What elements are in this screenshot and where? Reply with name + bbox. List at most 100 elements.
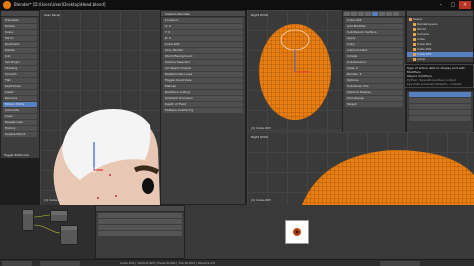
properties-row[interactable]: Add Modifier [345, 24, 403, 29]
lower-row-4[interactable] [409, 116, 471, 121]
outliner-item-label: World [417, 27, 426, 31]
lower-row-3[interactable] [409, 110, 471, 115]
properties-row[interactable]: Subdivide UVs [345, 84, 403, 89]
top-viewport[interactable]: Right Ortho (1) Cube.003 [247, 10, 342, 132]
transform-gizmo[interactable] [84, 140, 104, 180]
properties-sidebar-row[interactable]: Backface Culling [163, 90, 243, 95]
toolshelf-item[interactable]: Insert [3, 90, 37, 95]
toolshelf-item[interactable]: Calculate [3, 108, 37, 113]
active-tab-row[interactable] [409, 92, 471, 97]
toolshelf-item[interactable]: Remove [3, 96, 37, 101]
toggle-editmode-label: Toggle Editmode [4, 153, 29, 157]
material-row-4[interactable] [98, 231, 182, 236]
toolshelf-item[interactable]: History [3, 126, 37, 131]
toolshelf-item[interactable]: Delete [3, 48, 37, 53]
bottom-viewport-object-label: (1) Cube.003 [251, 198, 271, 202]
toolshelf-item[interactable]: Scale [3, 30, 37, 35]
toolshelf-item[interactable]: Set Origin [3, 60, 37, 65]
toolshelf-item[interactable]: Clear [3, 114, 37, 119]
properties-tab-material-icon[interactable] [386, 12, 392, 16]
wireframe-head-front[interactable] [255, 20, 335, 125]
minimize-button[interactable]: – [435, 1, 447, 9]
render-preview-dot-icon [293, 228, 301, 236]
bottom-viewport[interactable]: Right Ortho (1) Cube.003 [247, 132, 474, 205]
properties-row[interactable]: Subdivisions: [345, 60, 403, 65]
properties-row[interactable]: Apply [345, 36, 403, 41]
toolshelf-item[interactable]: Flat [3, 78, 37, 83]
toolshelf: Translate Rotate Scale Mirror Duplicate Delet… [0, 10, 40, 159]
properties-row[interactable]: Cube.003 [345, 18, 403, 23]
lower-row-1[interactable] [409, 98, 471, 103]
properties-tab-data-icon[interactable] [379, 12, 385, 16]
image-editor[interactable] [185, 205, 474, 259]
properties-row[interactable]: Shrinkwrap [345, 96, 403, 101]
status-editor-type[interactable] [2, 261, 32, 266]
properties-sidebar-row[interactable]: Multiple Scattering [163, 108, 243, 113]
properties-tab-scene-icon[interactable] [344, 12, 350, 16]
properties-sidebar-row[interactable]: X: 0 [163, 24, 243, 29]
tooltip-line1: Type of active data to display and edit:… [407, 66, 466, 74]
toolshelf-item[interactable]: Smooth [3, 72, 37, 77]
properties-sidebar-row[interactable]: Toggle Quad View [163, 78, 243, 83]
material-row-3[interactable] [98, 225, 182, 230]
properties-tab-texture-icon[interactable] [393, 12, 399, 16]
properties-sidebar-row[interactable]: Only Render [163, 48, 243, 53]
toolshelf-item[interactable]: Mirror [3, 36, 37, 41]
status-menus[interactable] [40, 261, 80, 266]
properties-sidebar-row[interactable]: World Background [163, 54, 243, 59]
properties-sidebar-title: Custom Normals [165, 12, 190, 16]
properties-row[interactable]: Copy [345, 42, 403, 47]
properties-row[interactable]: Target: [345, 102, 403, 107]
material-row-2[interactable] [98, 219, 182, 224]
object-icon [409, 17, 412, 21]
material-row-1[interactable] [98, 213, 182, 218]
outliner-item-label: RenderLayers [417, 22, 438, 26]
wireframe-head-side[interactable] [302, 150, 474, 205]
toolshelf-item[interactable]: Shading [3, 66, 37, 71]
node-links [33, 214, 61, 234]
toolshelf-item[interactable]: Duplicate [3, 42, 37, 47]
properties-tab-modifiers-icon[interactable] [372, 12, 378, 16]
properties-sidebar-row[interactable]: Relationship Lines [163, 72, 243, 77]
properties-sidebar-row[interactable]: Z: 0 [163, 36, 243, 41]
properties-sidebar-row[interactable]: Location: [163, 18, 243, 23]
properties-row[interactable]: View: 2 [345, 66, 403, 71]
properties-sidebar-row[interactable]: Depth of Field [163, 102, 243, 107]
toolshelf-item[interactable]: Keyframes [3, 84, 37, 89]
properties-sidebar-row[interactable]: All Object Origins [163, 66, 243, 71]
close-button[interactable]: × [459, 1, 471, 9]
properties-sidebar-row[interactable]: Cube.003 [163, 42, 243, 47]
toolshelf-item[interactable]: Translate [3, 18, 37, 23]
outliner-item[interactable]: Lamp [407, 57, 473, 62]
properties-tab-render-layers-icon[interactable] [351, 12, 357, 16]
window-title: Blender* [D:\Users\User\Desktop\Head.ble… [14, 2, 106, 7]
lower-row-2[interactable] [409, 104, 471, 109]
properties-sidebar-row[interactable]: Y: 0 [163, 30, 243, 35]
properties-row[interactable]: Render: 2 [345, 72, 403, 77]
toolshelf-item[interactable]: Join [3, 54, 37, 59]
toolshelf-item[interactable]: Repeat Last [3, 120, 37, 125]
properties-tab-object-icon[interactable] [365, 12, 371, 16]
properties-row[interactable]: Simple [345, 54, 403, 59]
properties-row[interactable]: Optimal Display [345, 90, 403, 95]
properties-sidebar-row[interactable]: Outline Selected [163, 60, 243, 65]
render-preview [285, 220, 309, 244]
node-editor[interactable] [0, 205, 95, 259]
properties-row[interactable]: Subdivision Surface [345, 30, 403, 35]
viewport-object-label: (1) Cube.003 [44, 198, 64, 202]
properties-sidebar-row[interactable]: Matcap [163, 84, 243, 89]
status-bar: Cube.003 | Verts:8,420 | Faces:8,400 | T… [0, 259, 474, 266]
properties-tab-world-icon[interactable] [358, 12, 364, 16]
object-icon [413, 57, 416, 61]
properties-sidebar-row[interactable]: Ambient Occlusion [163, 96, 243, 101]
toolshelf-item[interactable]: Rotate [3, 24, 37, 29]
main-viewport[interactable]: User Persp (1) Cube.003 [40, 10, 160, 205]
status-engine[interactable] [380, 261, 420, 266]
properties-row[interactable]: Options [345, 78, 403, 83]
properties-row[interactable]: Catmull-Clark [345, 48, 403, 53]
toolshelf-item[interactable]: Grease Pencil [3, 132, 37, 137]
maximize-button[interactable]: □ [447, 1, 459, 9]
toolshelf-header [1, 11, 39, 17]
outliner-item-label: Scene [413, 17, 423, 21]
toolshelf-item[interactable]: Motion Paths [3, 102, 37, 107]
